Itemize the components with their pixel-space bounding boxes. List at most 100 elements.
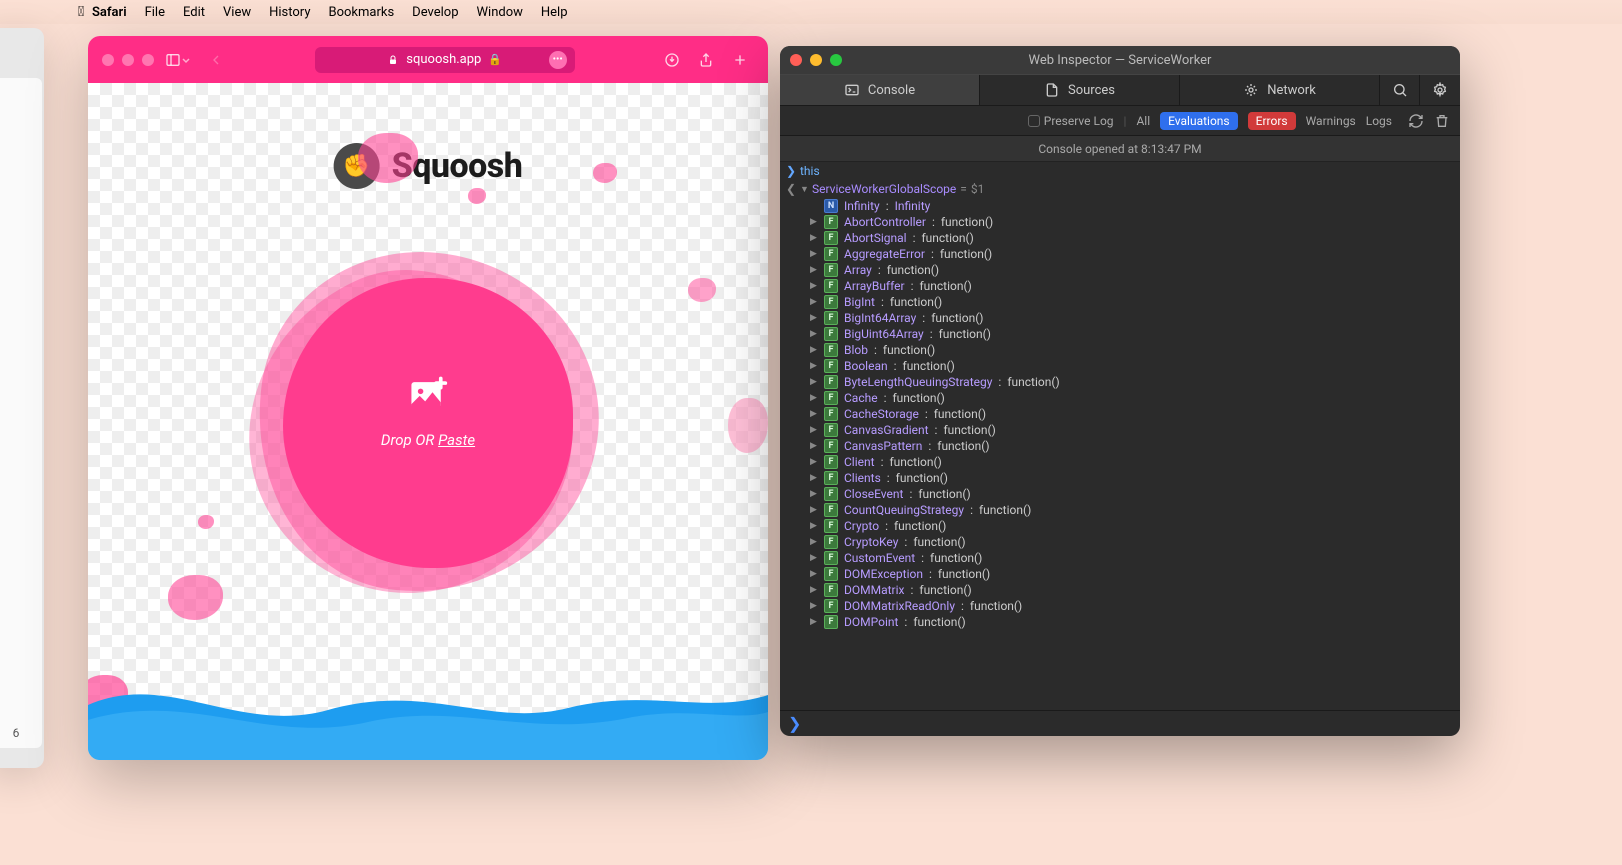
zoom-button[interactable] xyxy=(830,54,842,66)
object-property[interactable]: ▶FClient: function() xyxy=(810,454,1460,470)
object-property[interactable]: ▶FBigUint64Array: function() xyxy=(810,326,1460,342)
menu-file[interactable]: File xyxy=(145,5,165,20)
disclosure-triangle-icon[interactable]: ▶ xyxy=(810,313,818,323)
filter-all[interactable]: All xyxy=(1136,114,1150,128)
filter-evaluations[interactable]: Evaluations xyxy=(1160,112,1238,130)
object-property[interactable]: ▶FBigInt64Array: function() xyxy=(810,310,1460,326)
disclosure-triangle-icon[interactable]: ▶ xyxy=(810,585,818,595)
trash-icon[interactable] xyxy=(1434,113,1450,129)
preserve-log-checkbox[interactable]: Preserve Log xyxy=(1028,114,1114,128)
property-name: AbortSignal xyxy=(844,231,907,245)
object-property[interactable]: ▶FClients: function() xyxy=(810,470,1460,486)
paste-link[interactable]: Paste xyxy=(438,431,475,449)
sidebar-toggle-button[interactable] xyxy=(164,48,192,72)
object-property[interactable]: ▶FDOMException: function() xyxy=(810,566,1460,582)
menubar-app-name[interactable]: Safari xyxy=(92,5,127,20)
disclosure-triangle-icon[interactable]: ▶ xyxy=(810,425,818,435)
disclosure-triangle-icon[interactable]: ▶ xyxy=(810,473,818,483)
disclosure-triangle-icon[interactable]: ▶ xyxy=(810,569,818,579)
disclosure-triangle-icon[interactable]: ▶ xyxy=(810,553,818,563)
disclosure-triangle-icon[interactable]: ▶ xyxy=(810,617,818,627)
drop-target[interactable]: Drop OR Paste xyxy=(381,373,475,449)
disclosure-triangle-icon[interactable]: ▶ xyxy=(810,521,818,531)
object-property[interactable]: ▶FBigInt: function() xyxy=(810,294,1460,310)
object-property[interactable]: ▶FCloseEvent: function() xyxy=(810,486,1460,502)
console-output[interactable]: ❯ this ❮ ▼ ServiceWorkerGlobalScope = $1… xyxy=(780,162,1460,710)
object-property[interactable]: ▶FCustomEvent: function() xyxy=(810,550,1460,566)
disclosure-triangle-icon[interactable]: ▶ xyxy=(810,537,818,547)
refresh-icon[interactable] xyxy=(1408,113,1424,129)
menu-bookmarks[interactable]: Bookmarks xyxy=(328,5,394,20)
reader-button[interactable]: ••• xyxy=(549,51,567,69)
object-property[interactable]: ▶FCanvasPattern: function() xyxy=(810,438,1460,454)
object-property[interactable]: ▶FCrypto: function() xyxy=(810,518,1460,534)
object-property[interactable]: ▶FDOMMatrix: function() xyxy=(810,582,1460,598)
search-button[interactable] xyxy=(1380,75,1420,105)
apple-menu-icon[interactable]:  xyxy=(78,4,84,20)
close-button[interactable] xyxy=(102,54,114,66)
disclosure-triangle-icon[interactable]: ▶ xyxy=(810,601,818,611)
filter-warnings[interactable]: Warnings xyxy=(1306,114,1356,128)
disclosure-triangle-icon[interactable]: ▶ xyxy=(810,217,818,227)
disclosure-triangle-icon[interactable]: ▶ xyxy=(810,441,818,451)
object-property[interactable]: ▶FArrayBuffer: function() xyxy=(810,278,1460,294)
disclosure-triangle-icon[interactable]: ▶ xyxy=(810,457,818,467)
object-property[interactable]: ▶FByteLengthQueuingStrategy: function() xyxy=(810,374,1460,390)
disclosure-triangle-icon[interactable]: ▶ xyxy=(810,505,818,515)
zoom-button[interactable] xyxy=(142,54,154,66)
disclosure-triangle-icon[interactable]: ▶ xyxy=(810,233,818,243)
disclosure-triangle-icon[interactable]: ▶ xyxy=(810,297,818,307)
disclosure-triangle-icon[interactable]: ▶ xyxy=(810,329,818,339)
disclosure-triangle-icon[interactable]: ▶ xyxy=(810,345,818,355)
menu-window[interactable]: Window xyxy=(477,5,523,20)
disclosure-triangle-icon[interactable]: ▶ xyxy=(810,265,818,275)
back-button[interactable] xyxy=(202,48,230,72)
object-property[interactable]: ▶FAbortController: function() xyxy=(810,214,1460,230)
object-property[interactable]: ▶FBoolean: function() xyxy=(810,358,1460,374)
object-property[interactable]: ▶FArray: function() xyxy=(810,262,1460,278)
url-bar[interactable]: squoosh.app 🔒 ••• xyxy=(315,47,575,73)
tab-network[interactable]: Network xyxy=(1180,75,1380,105)
disclosure-triangle-icon[interactable]: ▶ xyxy=(810,489,818,499)
close-button[interactable] xyxy=(790,54,802,66)
minimize-button[interactable] xyxy=(122,54,134,66)
disclosure-triangle-icon[interactable]: ▼ xyxy=(800,184,808,195)
object-property[interactable]: ▶ N Infinity: Infinity xyxy=(810,198,1460,214)
downloads-button[interactable] xyxy=(658,48,686,72)
console-result-header[interactable]: ❮ ▼ ServiceWorkerGlobalScope = $1 xyxy=(780,180,1460,198)
object-property[interactable]: ▶FCryptoKey: function() xyxy=(810,534,1460,550)
property-value: function() xyxy=(931,311,983,325)
object-property[interactable]: ▶FBlob: function() xyxy=(810,342,1460,358)
object-property[interactable]: ▶FDOMPoint: function() xyxy=(810,614,1460,630)
filter-errors[interactable]: Errors xyxy=(1248,112,1296,130)
object-property[interactable]: ▶FAggregateError: function() xyxy=(810,246,1460,262)
filter-logs[interactable]: Logs xyxy=(1366,114,1392,128)
menu-edit[interactable]: Edit xyxy=(183,5,205,20)
settings-button[interactable] xyxy=(1420,75,1460,105)
disclosure-triangle-icon[interactable]: ▶ xyxy=(810,377,818,387)
minimize-button[interactable] xyxy=(810,54,822,66)
property-value: function() xyxy=(930,551,982,565)
disclosure-triangle-icon[interactable]: ▶ xyxy=(810,393,818,403)
menu-help[interactable]: Help xyxy=(541,5,568,20)
menu-history[interactable]: History xyxy=(269,5,310,20)
object-property[interactable]: ▶FDOMMatrixReadOnly: function() xyxy=(810,598,1460,614)
object-property[interactable]: ▶FAbortSignal: function() xyxy=(810,230,1460,246)
object-property[interactable]: ▶FCountQueuingStrategy: function() xyxy=(810,502,1460,518)
menu-view[interactable]: View xyxy=(223,5,251,20)
share-button[interactable] xyxy=(692,48,720,72)
object-property[interactable]: ▶FCanvasGradient: function() xyxy=(810,422,1460,438)
tab-sources[interactable]: Sources xyxy=(980,75,1180,105)
object-property[interactable]: ▶FCache: function() xyxy=(810,390,1460,406)
property-value: function() xyxy=(894,519,946,533)
disclosure-triangle-icon[interactable]: ▶ xyxy=(810,361,818,371)
disclosure-triangle-icon[interactable]: ▶ xyxy=(810,281,818,291)
object-property[interactable]: ▶FCacheStorage: function() xyxy=(810,406,1460,422)
menu-develop[interactable]: Develop xyxy=(412,5,458,20)
disclosure-triangle-icon[interactable]: ▶ xyxy=(810,409,818,419)
console-prompt[interactable]: ❯ xyxy=(780,710,1460,736)
function-badge-icon: F xyxy=(824,359,838,373)
new-tab-button[interactable] xyxy=(726,48,754,72)
disclosure-triangle-icon[interactable]: ▶ xyxy=(810,249,818,259)
tab-console[interactable]: Console xyxy=(780,75,980,105)
